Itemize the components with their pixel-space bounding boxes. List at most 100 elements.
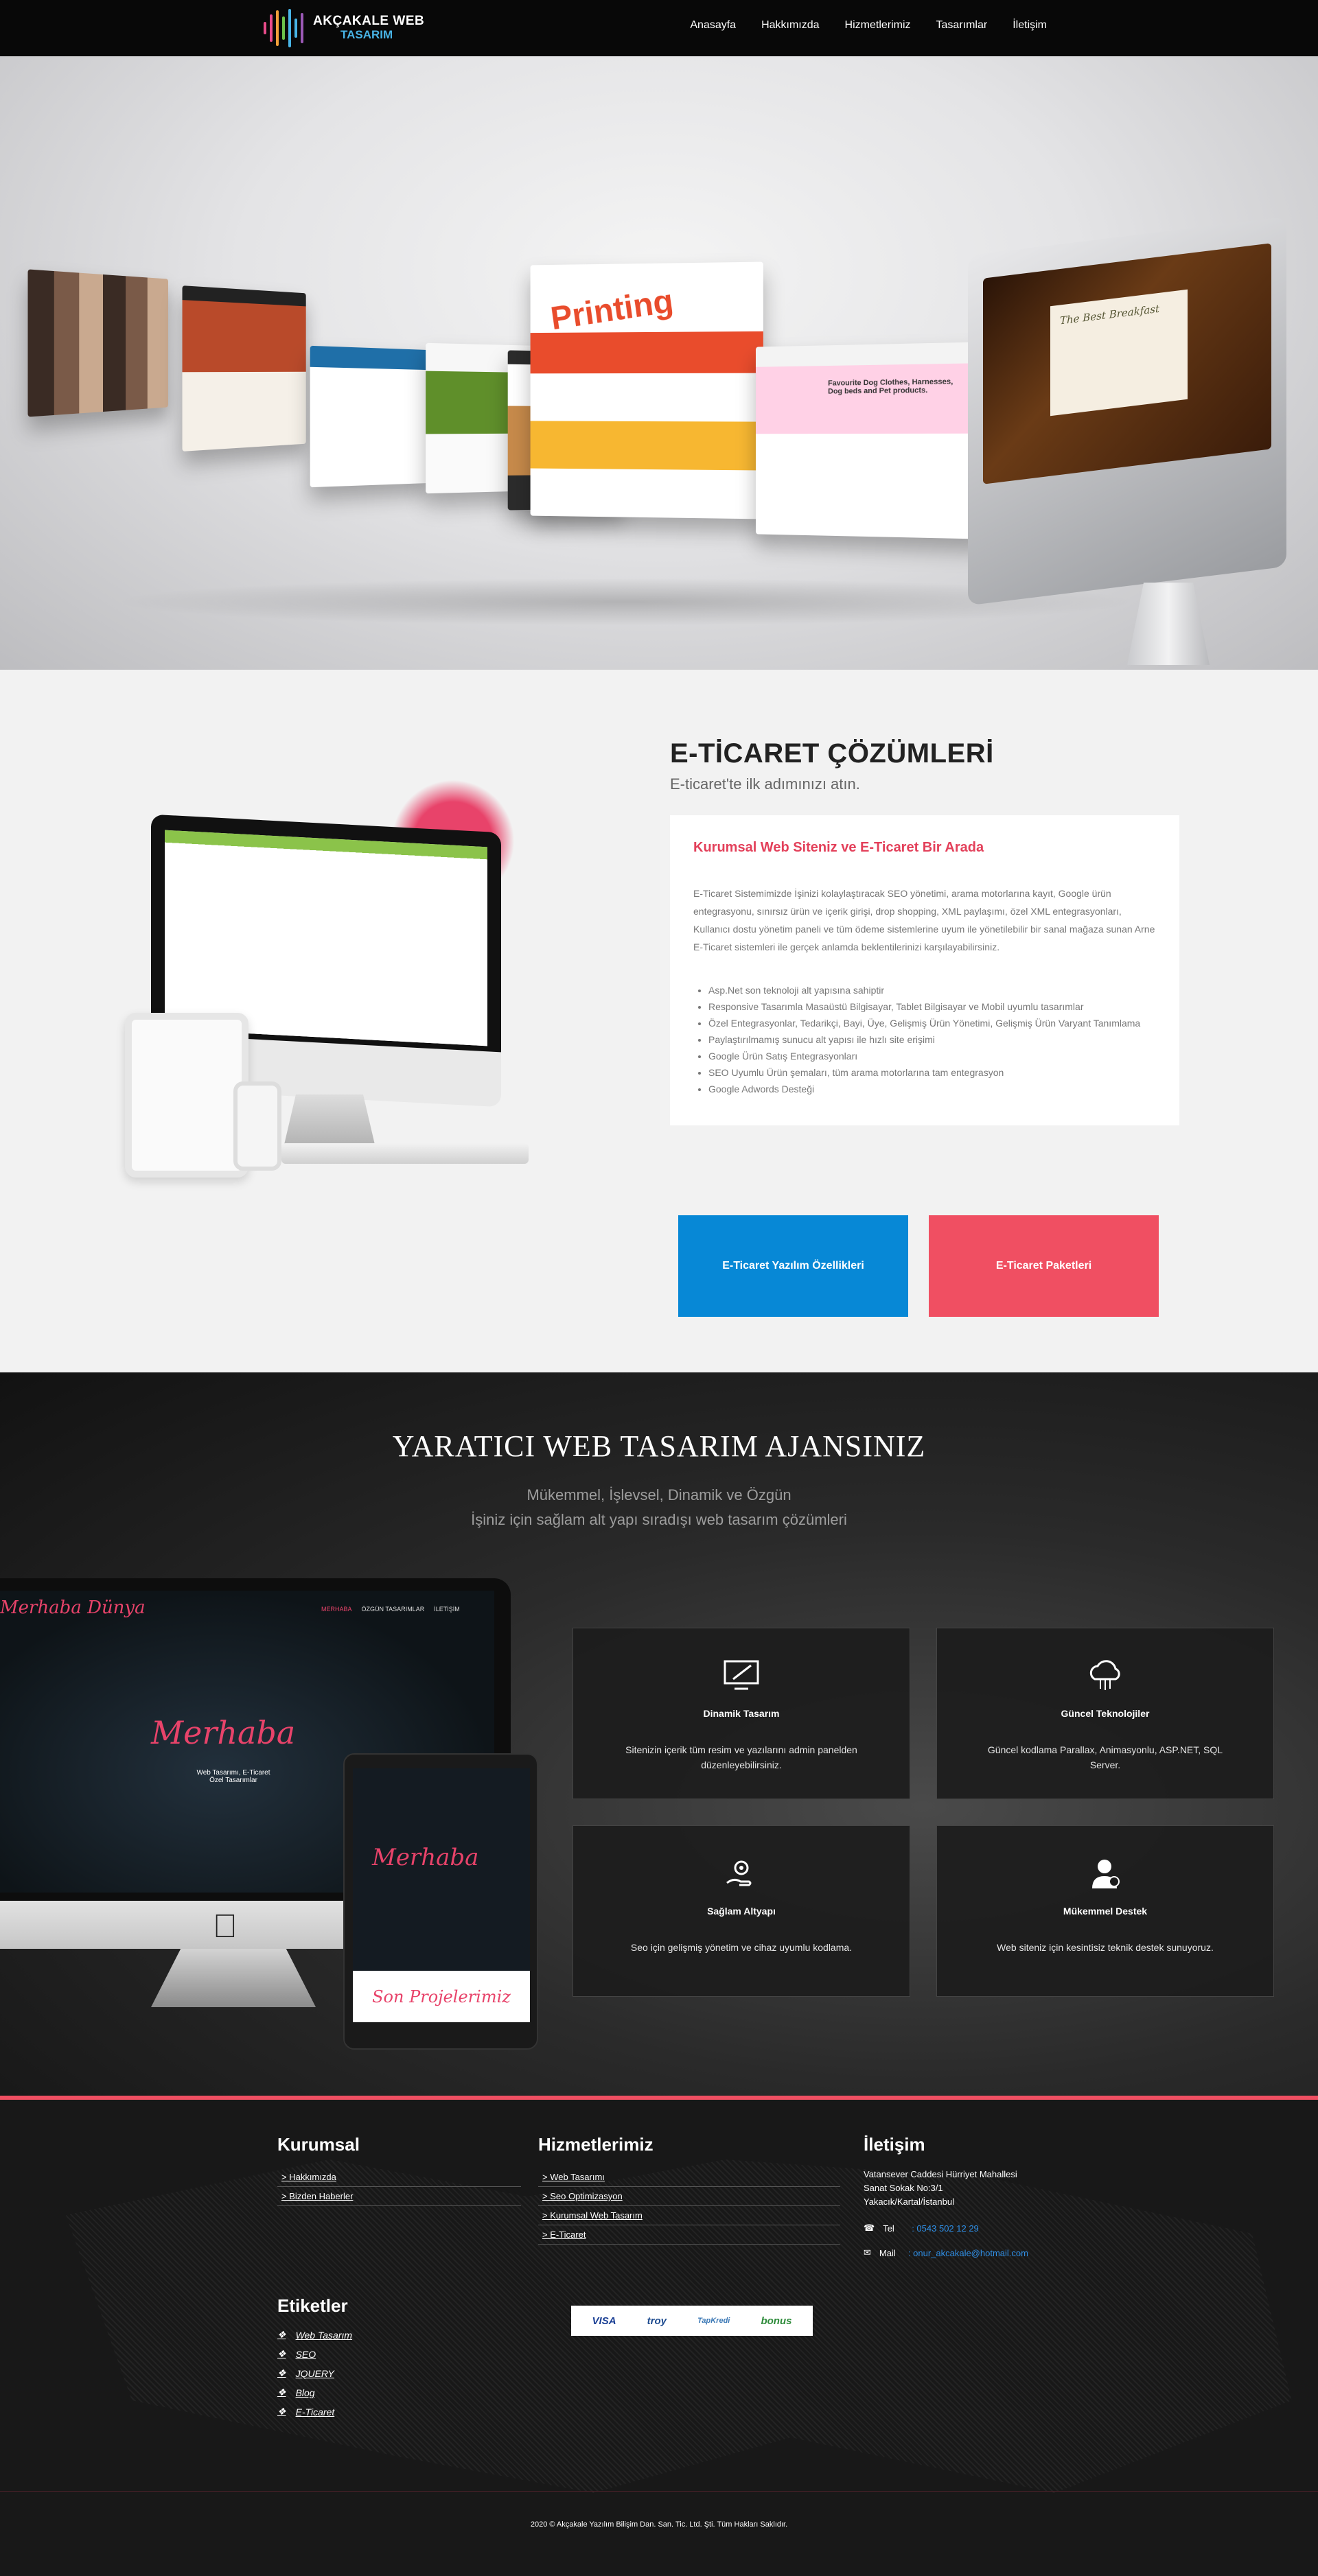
- tag-icon: ❖: [277, 2387, 286, 2398]
- support-icon: [937, 1853, 1273, 1892]
- mockup-nav-item: İLETİŞİM: [434, 1606, 460, 1613]
- feature-item: Responsive Tasarımla Masaüstü Bilgisayar…: [708, 998, 1156, 1015]
- address-line: Vatansever Caddesi Hürriyet Mahallesi: [864, 2168, 1028, 2181]
- eticaret-feature-list: Asp.Net son teknoloji alt yapısına sahip…: [693, 982, 1156, 1097]
- eticaret-features-button[interactable]: E-Ticaret Yazılım Özellikleri: [678, 1215, 908, 1317]
- bonus-logo: bonus: [761, 2315, 791, 2327]
- eticaret-ipad-image: [125, 1013, 248, 1178]
- address-line: Yakacık/Kartal/İstanbul: [864, 2195, 1028, 2209]
- footer-link-eticaret[interactable]: > E-Ticaret: [538, 2225, 840, 2245]
- footer-link-kurumsal-web[interactable]: > Kurumsal Web Tasarım: [538, 2206, 840, 2225]
- footer-link-web-tasarimi[interactable]: > Web Tasarımı: [538, 2168, 840, 2187]
- nav-iletisim[interactable]: İletişim: [1013, 19, 1047, 32]
- mail-icon: ✉: [864, 2247, 871, 2258]
- main-nav: Anasayfa Hakkımızda Hizmetlerimiz Tasarı…: [690, 19, 1047, 32]
- mockup-nav-item: ÖZGÜN TASARIMLAR: [362, 1606, 425, 1613]
- eticaret-title: E-TİCARET ÇÖZÜMLERİ: [670, 738, 994, 769]
- troy-logo: troy: [647, 2315, 667, 2327]
- footer-iletisim-title: İletişim: [864, 2134, 1028, 2155]
- feature-text: Sitenizin içerik tüm resim ve yazılarını…: [573, 1742, 910, 1772]
- copyright: 2020 © Akçakale Yazılım Bilişim Dan. San…: [0, 2520, 1318, 2529]
- mail-value[interactable]: : onur_akcakale@hotmail.com: [908, 2248, 1028, 2258]
- footer-etiketler: Etiketler ❖ Web Tasarım ❖ SEO ❖ JQUERY ❖ Blo…: [277, 2295, 352, 2425]
- feature-text: Web siteniz için kesintisiz teknik deste…: [937, 1940, 1273, 1955]
- nav-anasayfa[interactable]: Anasayfa: [690, 19, 736, 32]
- address-line: Sanat Sokak No:3/1: [864, 2181, 1028, 2195]
- mockup-brand: Merhaba Dünya: [0, 1597, 146, 1618]
- feature-box-dynamic: Dinamik Tasarım Sitenizin içerik tüm res…: [573, 1628, 910, 1799]
- footer-mail: ✉ Mail : onur_akcakale@hotmail.com: [864, 2247, 1028, 2258]
- tag-icon: ❖: [277, 2367, 286, 2379]
- eticaret-packages-button[interactable]: E-Ticaret Paketleri: [929, 1215, 1159, 1317]
- nav-hizmetlerimiz[interactable]: Hizmetlerimiz: [845, 19, 911, 32]
- tag-icon: ❖: [277, 2329, 286, 2341]
- tag-label: E-Ticaret: [296, 2407, 335, 2417]
- tag-icon: ❖: [277, 2348, 286, 2360]
- logo[interactable]: AKÇAKALE WEB TASARIM: [264, 8, 424, 48]
- site-footer: Kurumsal > Hakkımızda > Bizden Haberler …: [0, 2096, 1318, 2576]
- footer-hizmetler: Hizmetlerimiz > Web Tasarımı > Seo Optim…: [538, 2134, 840, 2245]
- site-header: AKÇAKALE WEB TASARIM Anasayfa Hakkımızda…: [0, 0, 1318, 56]
- eticaret-section: E-TİCARET ÇÖZÜMLERİ E-ticaret'te ilk adı…: [0, 670, 1318, 1372]
- feature-item: Asp.Net son teknoloji alt yapısına sahip…: [708, 982, 1156, 998]
- tag-link[interactable]: ❖ Blog: [277, 2387, 352, 2398]
- printing-headline: Printing: [548, 282, 675, 338]
- tablet-hello: Merhaba: [372, 1844, 478, 1871]
- tag-label: Blog: [296, 2387, 315, 2398]
- nav-hakkimizda[interactable]: Hakkımızda: [761, 19, 819, 32]
- hero-slider: Printing Favourite Dog Clothes, Harnesse…: [0, 56, 1318, 670]
- footer-hizmetler-title: Hizmetlerimiz: [538, 2134, 840, 2155]
- footer-link-hakkimizda[interactable]: > Hakkımızda: [277, 2168, 521, 2187]
- gear-hand-icon: [573, 1853, 910, 1892]
- tag-link[interactable]: ❖ E-Ticaret: [277, 2406, 352, 2417]
- tag-icon: ❖: [277, 2406, 286, 2417]
- mockup-hello: Merhaba: [151, 1714, 295, 1751]
- footer-address: Vatansever Caddesi Hürriyet Mahallesi Sa…: [864, 2168, 1028, 2209]
- agency-subtitle-2: İşiniz için sağlam alt yapı sıradışı web…: [0, 1511, 1318, 1529]
- footer-iletisim: İletişim Vatansever Caddesi Hürriyet Mah…: [864, 2134, 1028, 2258]
- footer-link-seo[interactable]: > Seo Optimizasyon: [538, 2187, 840, 2206]
- tag-link[interactable]: ❖ JQUERY: [277, 2367, 352, 2379]
- feature-item: Google Adwords Desteği: [708, 1081, 1156, 1097]
- footer-kurumsal: Kurumsal > Hakkımızda > Bizden Haberler: [277, 2134, 521, 2206]
- feature-box-infrastructure: Sağlam Altyapı Seo için gelişmiş yönetim…: [573, 1825, 910, 1997]
- phone-label: Tel: [883, 2223, 903, 2234]
- feature-box-support: Mükemmel Destek Web siteniz için kesinti…: [936, 1825, 1274, 1997]
- tag-label: JQUERY: [296, 2368, 334, 2379]
- footer-etiketler-title: Etiketler: [277, 2295, 352, 2317]
- hero-imac: The Best Breakfast: [968, 236, 1286, 600]
- logo-subtitle: TASARIM: [313, 29, 424, 42]
- feature-title: Güncel Teknolojiler: [937, 1708, 1273, 1719]
- visa-logo: VISA: [592, 2315, 616, 2327]
- footer-link-haberler[interactable]: > Bizden Haberler: [277, 2187, 521, 2206]
- feature-text: Güncel kodlama Parallax, Animasyonlu, AS…: [937, 1742, 1273, 1772]
- feature-item: Özel Entegrasyonlar, Tedarikçi, Bayi, Üy…: [708, 1015, 1156, 1031]
- phone-icon: ☎: [864, 2223, 875, 2234]
- feature-title: Sağlam Altyapı: [573, 1906, 910, 1917]
- phone-value[interactable]: : 0543 502 12 29: [912, 2223, 979, 2234]
- showcase-panel-flowers: [310, 346, 428, 487]
- eticaret-box-title: Kurumsal Web Siteniz ve E-Ticaret Bir Ar…: [693, 840, 1156, 856]
- tag-link[interactable]: ❖ Web Tasarım: [277, 2329, 352, 2341]
- keyboard-image: [281, 1143, 529, 1164]
- tag-link[interactable]: ❖ SEO: [277, 2348, 352, 2360]
- agency-tablet-mockup: Merhaba Son Projelerimiz: [343, 1753, 538, 2050]
- footer-divider: [0, 2491, 1318, 2492]
- mail-label: Mail: [879, 2248, 900, 2258]
- eticaret-iphone-image: [233, 1081, 281, 1171]
- design-icon: [573, 1656, 910, 1694]
- agency-section: YARATICI WEB TASARIM AJANSINIZ Mükemmel,…: [0, 1372, 1318, 2096]
- eticaret-description: E-Ticaret Sistemimizde İşinizi kolaylaşt…: [693, 885, 1156, 956]
- eticaret-info-box: Kurumsal Web Siteniz ve E-Ticaret Bir Ar…: [670, 815, 1179, 1125]
- feature-text: Seo için gelişmiş yönetim ve cihaz uyuml…: [573, 1940, 910, 1955]
- showcase-panel-pets: Favourite Dog Clothes, Harnesses, Dog be…: [756, 342, 987, 539]
- feature-item: SEO Uyumlu Ürün şemaları, tüm arama moto…: [708, 1064, 1156, 1081]
- apple-logo-icon: : [213, 1908, 238, 1945]
- nav-tasarimlar[interactable]: Tasarımlar: [936, 19, 988, 32]
- feature-item: Paylaştırılmamış sunucu alt yapısı ile h…: [708, 1031, 1156, 1048]
- agency-subtitle-1: Mükemmel, İşlevsel, Dinamik ve Özgün: [0, 1486, 1318, 1504]
- footer-phone: ☎ Tel : 0543 502 12 29: [864, 2223, 1028, 2234]
- agency-title: YARATICI WEB TASARIM AJANSINIZ: [0, 1429, 1318, 1464]
- feature-box-tech: Güncel Teknolojiler Güncel kodlama Paral…: [936, 1628, 1274, 1799]
- cloud-icon: [937, 1656, 1273, 1694]
